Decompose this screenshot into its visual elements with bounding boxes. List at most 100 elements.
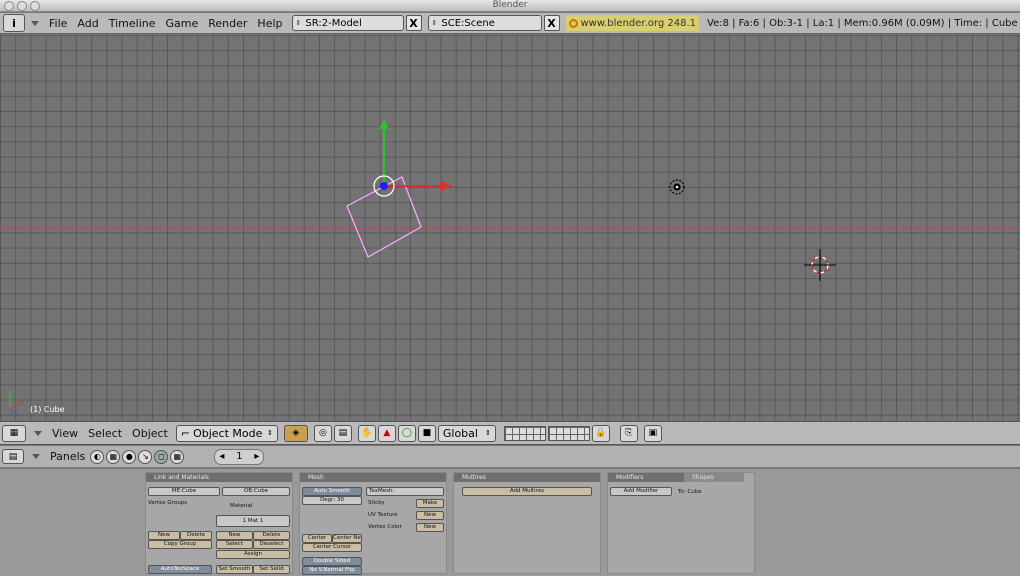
menu-object[interactable]: Object (132, 427, 168, 440)
link-materials-panel-title[interactable]: Link and Materials (146, 473, 292, 482)
menu-select[interactable]: Select (88, 427, 122, 440)
lamp-object[interactable] (669, 179, 685, 195)
degr-field[interactable]: Degr: 30 (302, 496, 362, 505)
editing-context-icon[interactable]: ◻ (154, 449, 169, 464)
texmesh-field[interactable]: TexMesh: (366, 487, 444, 496)
mode-label: Object Mode (193, 426, 263, 440)
window-title: Blender (492, 0, 528, 10)
delete-scene-button[interactable]: X (543, 15, 560, 31)
rotate-manipulator-icon[interactable]: ◯ (397, 424, 416, 442)
auto-smooth-toggle[interactable]: Auto Smooth (302, 487, 362, 496)
layers-grid-left[interactable] (503, 425, 546, 441)
shading-context-icon[interactable]: ● (122, 449, 137, 464)
center-new-button[interactable]: Center New (332, 534, 362, 543)
render-image-icon[interactable]: ▣ (643, 424, 662, 442)
mode-selector[interactable]: ⌐ Object Mode ⇕ (175, 424, 278, 442)
buttons-window-type-icon[interactable]: ▤ (2, 449, 24, 464)
link-materials-panel: Link and Materials ME:Cube OB:Cube Verte… (145, 472, 293, 574)
translate-manipulator-icon[interactable]: ▲ (377, 424, 396, 442)
updown-arrows-icon: ⇕ (485, 429, 491, 437)
center-cursor-button[interactable]: Center Cursor (302, 543, 362, 552)
lock-layers-icon[interactable]: 🔒 (591, 424, 610, 442)
window-titlebar: Blender (0, 0, 1020, 12)
material-new-button[interactable]: New (216, 531, 253, 540)
frame-decrement-icon[interactable]: ◂ (219, 451, 224, 462)
menu-help[interactable]: Help (257, 17, 282, 30)
3d-cursor-icon[interactable] (804, 249, 836, 281)
script-context-icon[interactable]: ▦ (106, 449, 121, 464)
scene-stats: Ve:8 | Fa:6 | Ob:3-1 | La:1 | Mem:0.96M … (707, 17, 1018, 29)
material-delete-button[interactable]: Delete (253, 531, 290, 540)
logic-context-icon[interactable]: ◐ (90, 449, 105, 464)
object-context-icon[interactable]: ↘ (138, 449, 153, 464)
mesh-panel: Mesh Auto Smooth Degr: 30 TexMesh: Stick… (299, 472, 447, 575)
3d-viewport[interactable]: (1) Cube (0, 35, 1020, 421)
active-object-label: (1) Cube (30, 405, 65, 414)
object-datablock-field[interactable]: OB:Cube (222, 487, 290, 496)
double-sided-toggle[interactable]: Double Sided (302, 557, 362, 566)
view-type-grid-icon[interactable]: ▦ (2, 424, 26, 442)
set-smooth-button[interactable]: Set Smooth (216, 565, 253, 574)
screen-selector[interactable]: ⇕ SR:2-Model (291, 15, 404, 31)
menu-file[interactable]: File (49, 17, 67, 30)
add-multires-button[interactable]: Add Multires (462, 487, 592, 496)
vertex-color-new-button[interactable]: New (416, 523, 444, 532)
material-deselect-button[interactable]: Deselect (253, 540, 290, 549)
menu-view[interactable]: View (52, 427, 78, 440)
menu-render[interactable]: Render (208, 17, 247, 30)
collapse-menu-icon[interactable] (31, 20, 39, 26)
material-select-button[interactable]: Select (216, 540, 253, 549)
modifiers-panel: Modifiers Shapes Add Modifier To: Cube (607, 472, 755, 574)
pivot-icon[interactable]: ◎ (313, 424, 332, 442)
center-button[interactable]: Center (302, 534, 332, 543)
menu-game[interactable]: Game (166, 17, 199, 30)
hand-manipulator-icon[interactable]: ✋ (357, 424, 376, 442)
scene-name: SCE:Scene (441, 17, 495, 29)
uv-texture-new-button[interactable]: New (416, 511, 444, 520)
set-solid-button[interactable]: Set Solid (253, 565, 290, 574)
scene-selector[interactable]: ⇕ SCE:Scene (427, 15, 542, 31)
vgroup-delete-button[interactable]: Delete (180, 531, 212, 540)
vertex-color-label: Vertex Color (368, 524, 402, 530)
shapes-tab[interactable]: Shapes (684, 473, 744, 482)
transform-manipulator[interactable] (373, 119, 452, 197)
modifiers-tab[interactable]: Modifiers (608, 473, 684, 482)
frame-increment-icon[interactable]: ▸ (254, 451, 259, 462)
copy-group-button[interactable]: Copy Group (148, 540, 212, 549)
vgroup-new-button[interactable]: New (148, 531, 180, 540)
3d-view-header: ▦ View Select Object ⌐ Object Mode ⇕ ◈ ◎… (0, 421, 1020, 445)
viewport-scene (9, 119, 836, 416)
frame-number-value: 1 (236, 451, 243, 462)
mesh-datablock-field[interactable]: ME:Cube (148, 487, 220, 496)
draw-type-icon[interactable]: ◈ (283, 424, 308, 442)
autotexspace-toggle[interactable]: AutoTexSpace (148, 565, 212, 574)
layers-grid-right[interactable] (547, 425, 590, 441)
scene-context-icon[interactable]: ▦ (170, 449, 185, 464)
view-axes-icon (9, 391, 25, 416)
menu-add[interactable]: Add (77, 17, 98, 30)
updown-arrows-icon: ⇕ (431, 19, 438, 27)
menu-panels[interactable]: Panels (50, 450, 85, 463)
updown-arrows-icon: ⇕ (267, 429, 273, 437)
collapse-header-icon[interactable] (34, 430, 42, 436)
mesh-panel-title[interactable]: Mesh (300, 473, 446, 482)
render-preview-icon[interactable]: ⎘ (619, 424, 638, 442)
blender-url[interactable]: www.blender.org 248.1 (565, 15, 699, 31)
material-label: Material (230, 503, 253, 509)
collapse-buttons-header-icon[interactable] (32, 454, 40, 459)
delete-screen-button[interactable]: X (405, 15, 422, 31)
sticky-make-button[interactable]: Make (416, 499, 444, 508)
blender-url-text: www.blender.org 248.1 (580, 17, 697, 29)
updown-arrows-icon: ⇕ (295, 19, 302, 27)
material-index-field[interactable]: 1 Mat 1 (216, 515, 290, 527)
material-assign-button[interactable]: Assign (216, 550, 290, 559)
layer-icon[interactable]: ▤ (333, 424, 352, 442)
add-modifier-button[interactable]: Add Modifier (610, 487, 672, 496)
menu-timeline[interactable]: Timeline (109, 17, 156, 30)
frame-number-field[interactable]: ◂ 1 ▸ (214, 448, 265, 465)
info-window-type-button[interactable]: i (3, 14, 25, 32)
no-vnormal-flip-toggle[interactable]: No V.Normal Flip (302, 566, 362, 575)
scale-manipulator-icon[interactable]: ■ (417, 424, 436, 442)
orientation-selector[interactable]: Global ⇕ (437, 424, 496, 442)
multires-panel-title[interactable]: Multires (454, 473, 600, 482)
